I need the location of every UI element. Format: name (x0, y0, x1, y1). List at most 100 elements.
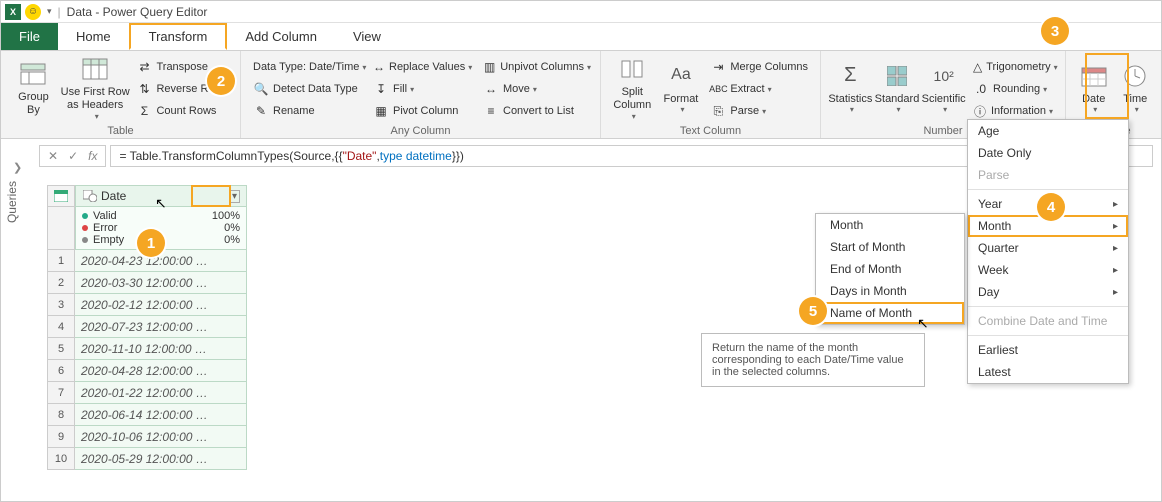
row-number[interactable]: 6 (47, 360, 75, 382)
table-row[interactable]: 102020-05-29 12:00:00 … (47, 448, 247, 470)
cell-date[interactable]: 2020-04-23 12:00:00 … (75, 250, 247, 272)
cell-date[interactable]: 2020-02-12 12:00:00 … (75, 294, 247, 316)
merge-icon: ⇥ (710, 59, 726, 75)
annotation-4: 4 (1037, 193, 1065, 221)
row-number[interactable]: 4 (47, 316, 75, 338)
date-button[interactable]: Date▾ (1072, 55, 1115, 121)
replace-values-button[interactable]: ↔Replace Values▾ (367, 57, 477, 77)
row-number[interactable]: 3 (47, 294, 75, 316)
table-row[interactable]: 82020-06-14 12:00:00 … (47, 404, 247, 426)
submenu-name-of-month[interactable]: Name of Month (816, 302, 964, 324)
transpose-icon: ⇄ (136, 59, 152, 75)
extract-button[interactable]: ABCExtract▾ (704, 79, 814, 99)
pivot-column-button[interactable]: ▦Pivot Column (367, 101, 477, 121)
split-column-button[interactable]: Split Column▾ (607, 55, 658, 121)
queries-pane-tab[interactable]: Queries (5, 181, 19, 223)
time-icon (1119, 62, 1151, 90)
table-row[interactable]: 42020-07-23 12:00:00 … (47, 316, 247, 338)
scientific-button[interactable]: 10² Scientific▾ (920, 55, 967, 121)
tab-home[interactable]: Home (58, 23, 129, 50)
parse-button[interactable]: ⎘Parse▾ (704, 101, 814, 121)
row-number[interactable]: 5 (47, 338, 75, 360)
standard-button[interactable]: Standard▾ (874, 55, 921, 121)
row-number[interactable]: 1 (47, 250, 75, 272)
move-button[interactable]: ↔Move▾ (477, 79, 597, 99)
row-number[interactable]: 8 (47, 404, 75, 426)
tab-file[interactable]: File (1, 23, 58, 50)
count-rows-button[interactable]: ΣCount Rows (130, 101, 234, 121)
data-type-button[interactable]: Data Type: Date/Time▾ (247, 57, 367, 77)
tab-view[interactable]: View (335, 23, 399, 50)
tab-transform[interactable]: Transform (129, 23, 228, 50)
titlebar: X ☺ ▾ | Data - Power Query Editor (1, 1, 1161, 23)
cell-date[interactable]: 2020-01-22 12:00:00 … (75, 382, 247, 404)
queries-expand-icon[interactable]: ❯ (13, 161, 22, 174)
cell-date[interactable]: 2020-03-30 12:00:00 … (75, 272, 247, 294)
menu-quarter[interactable]: Quarter▸ (968, 237, 1128, 259)
row-number[interactable]: 7 (47, 382, 75, 404)
table-row[interactable]: 32020-02-12 12:00:00 … (47, 294, 247, 316)
group-by-icon (17, 60, 49, 88)
rename-button[interactable]: ✎Rename (247, 101, 367, 121)
table-icon (79, 55, 111, 83)
tooltip-body: Return the name of the month correspondi… (712, 342, 914, 378)
menu-date-only[interactable]: Date Only (968, 142, 1128, 164)
cell-date[interactable]: 2020-10-06 12:00:00 … (75, 426, 247, 448)
use-first-row-button[interactable]: Use First Row as Headers▾ (60, 55, 131, 121)
menu-week[interactable]: Week▸ (968, 259, 1128, 281)
group-by-button[interactable]: Group By (7, 55, 60, 121)
statistics-button[interactable]: Σ Statistics▾ (827, 55, 874, 121)
cancel-icon[interactable]: ✕ (48, 149, 58, 163)
submenu-end-of-month[interactable]: End of Month (816, 258, 964, 280)
trigonometry-button[interactable]: △Trigonometry▾ (967, 57, 1059, 77)
tab-add-column[interactable]: Add Column (227, 23, 335, 50)
unpivot-button[interactable]: ▥Unpivot Columns▾ (477, 57, 597, 77)
table-row[interactable]: 92020-10-06 12:00:00 … (47, 426, 247, 448)
fill-button[interactable]: ↧Fill▾ (367, 79, 477, 99)
cell-date[interactable]: 2020-04-28 12:00:00 … (75, 360, 247, 382)
column-filter-icon[interactable]: ▾ (229, 190, 240, 203)
row-number[interactable]: 9 (47, 426, 75, 448)
move-icon: ↔ (483, 81, 499, 97)
table-row[interactable]: 62020-04-28 12:00:00 … (47, 360, 247, 382)
annotation-3: 3 (1041, 17, 1069, 45)
information-button[interactable]: ⓘInformation▾ (967, 101, 1059, 121)
table-corner[interactable] (47, 185, 75, 207)
unpivot-icon: ▥ (483, 59, 496, 75)
extract-icon: ABC (710, 81, 726, 97)
annotation-5: 5 (799, 297, 827, 325)
trig-icon: △ (973, 59, 982, 75)
cell-date[interactable]: 2020-06-14 12:00:00 … (75, 404, 247, 426)
data-grid: Date ▾ Valid100% Error0% Empty0% 12020-0… (47, 185, 247, 470)
merge-columns-button[interactable]: ⇥Merge Columns (704, 57, 814, 77)
chevron-right-icon: ▸ (1113, 243, 1118, 254)
menu-day[interactable]: Day▸ (968, 281, 1128, 303)
cell-date[interactable]: 2020-11-10 12:00:00 … (75, 338, 247, 360)
row-number[interactable]: 2 (47, 272, 75, 294)
cell-date[interactable]: 2020-05-29 12:00:00 … (75, 448, 247, 470)
fx-icon[interactable]: fx (88, 149, 97, 163)
rename-icon: ✎ (253, 103, 269, 119)
menu-parse: Parse (968, 164, 1128, 186)
menu-latest[interactable]: Latest (968, 361, 1128, 383)
table-row[interactable]: 22020-03-30 12:00:00 … (47, 272, 247, 294)
submenu-start-of-month[interactable]: Start of Month (816, 236, 964, 258)
row-number[interactable]: 10 (47, 448, 75, 470)
excel-icon: X (5, 4, 21, 20)
annotation-2: 2 (207, 67, 235, 95)
menu-earliest[interactable]: Earliest (968, 339, 1128, 361)
accept-icon[interactable]: ✓ (68, 149, 78, 163)
convert-to-list-button[interactable]: ≡Convert to List (477, 101, 597, 121)
table-row[interactable]: 72020-01-22 12:00:00 … (47, 382, 247, 404)
time-button[interactable]: Time▾ (1115, 55, 1155, 121)
format-button[interactable]: Aa Format▾ (658, 55, 705, 121)
cell-date[interactable]: 2020-07-23 12:00:00 … (75, 316, 247, 338)
rounding-button[interactable]: .0Rounding▾ (967, 79, 1059, 99)
table-row[interactable]: 52020-11-10 12:00:00 … (47, 338, 247, 360)
submenu-month[interactable]: Month (816, 214, 964, 236)
column-name: Date (101, 189, 126, 203)
detect-data-type-button[interactable]: 🔍Detect Data Type (247, 79, 367, 99)
submenu-days-in-month[interactable]: Days in Month (816, 280, 964, 302)
menu-age[interactable]: Age (968, 120, 1128, 142)
qat-dropdown-icon[interactable]: ▾ (47, 6, 52, 17)
